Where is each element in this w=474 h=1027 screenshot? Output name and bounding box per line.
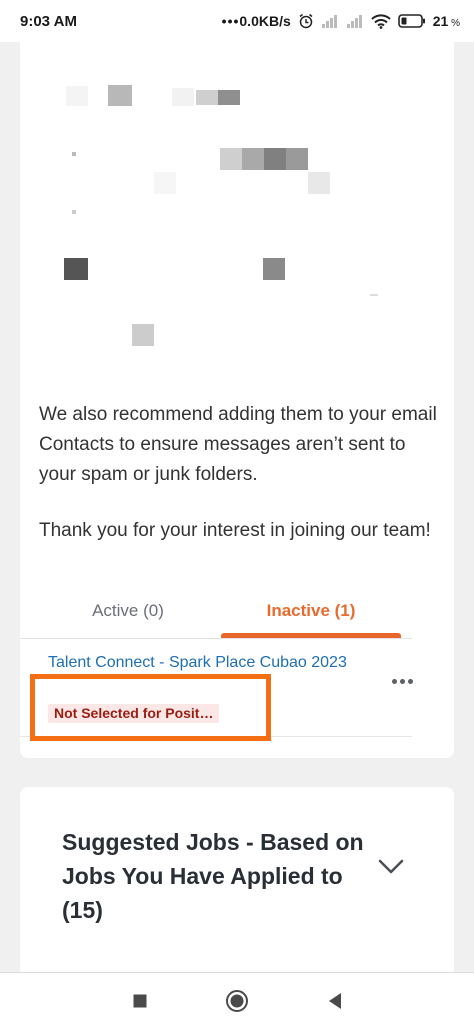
recent-apps-icon[interactable] (120, 973, 160, 1027)
highlight-box (30, 674, 271, 741)
status-time: 9:03 AM (20, 12, 77, 30)
status-bar: 9:03 AM •••0.0KB/s 21 % (0, 0, 474, 42)
wifi-icon (371, 13, 391, 29)
network-speed: •••0.0KB/s (221, 13, 291, 29)
tab-inactive[interactable]: Inactive (1) (221, 587, 401, 635)
status-icons: •••0.0KB/s 21 % (222, 13, 460, 29)
system-nav-bar (0, 972, 474, 1027)
more-horizontal-icon[interactable] (392, 679, 413, 684)
signal-icon (321, 14, 339, 28)
chevron-down-icon[interactable] (378, 859, 404, 880)
thanks-paragraph: Thank you for your interest in joining o… (39, 520, 431, 541)
back-icon[interactable] (315, 973, 355, 1027)
suggested-jobs-title: Suggested Jobs - Based on Jobs You Have … (62, 829, 364, 923)
message-card: We also recommend adding them to your em… (20, 42, 454, 758)
application-title-link[interactable]: Talent Connect - Spark Place Cubao 2023 (48, 651, 348, 675)
tab-active[interactable]: Active (0) (54, 587, 202, 635)
home-icon[interactable] (217, 973, 257, 1027)
signal-icon (346, 14, 364, 28)
dots-icon: ••• (221, 13, 240, 29)
suggested-jobs-card[interactable]: Suggested Jobs - Based on Jobs You Have … (20, 787, 454, 987)
battery-icon (397, 14, 426, 28)
application-tabs: Active (0) Inactive (1) (20, 587, 454, 639)
contacts-paragraph: We also recommend adding them to your em… (39, 404, 437, 485)
battery-level: 21 % (432, 13, 460, 29)
alarm-icon (298, 13, 314, 29)
